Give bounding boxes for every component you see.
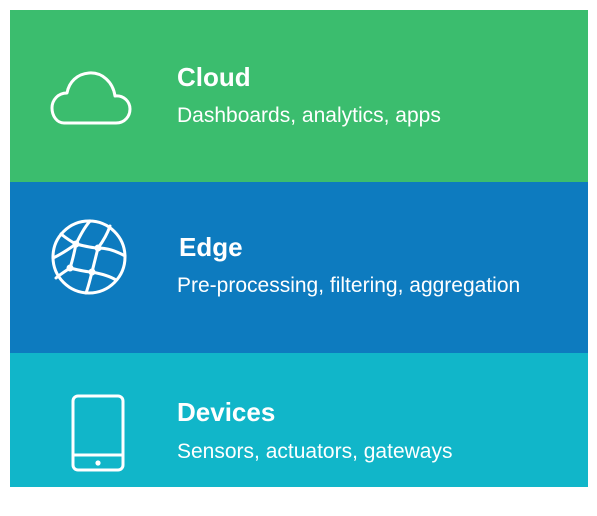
mobile-device-icon <box>71 394 125 472</box>
layer-subtitle: Dashboards, analytics, apps <box>177 104 441 127</box>
layer-title: Devices <box>177 397 276 427</box>
network-globe-icon <box>51 219 127 295</box>
architecture-stack: Cloud Dashboards, analytics, apps Edge P… <box>10 10 588 487</box>
layer-title: Cloud <box>177 62 251 92</box>
layer-title: Edge <box>179 232 243 262</box>
layer-subtitle: Sensors, actuators, gateways <box>177 440 453 463</box>
devices-layer: Devices Sensors, actuators, gateways <box>10 353 588 487</box>
cloud-layer: Cloud Dashboards, analytics, apps <box>10 10 588 182</box>
edge-layer: Edge Pre-processing, filtering, aggregat… <box>10 182 588 353</box>
cloud-icon <box>50 71 132 125</box>
layer-subtitle: Pre-processing, filtering, aggregation <box>177 274 521 297</box>
